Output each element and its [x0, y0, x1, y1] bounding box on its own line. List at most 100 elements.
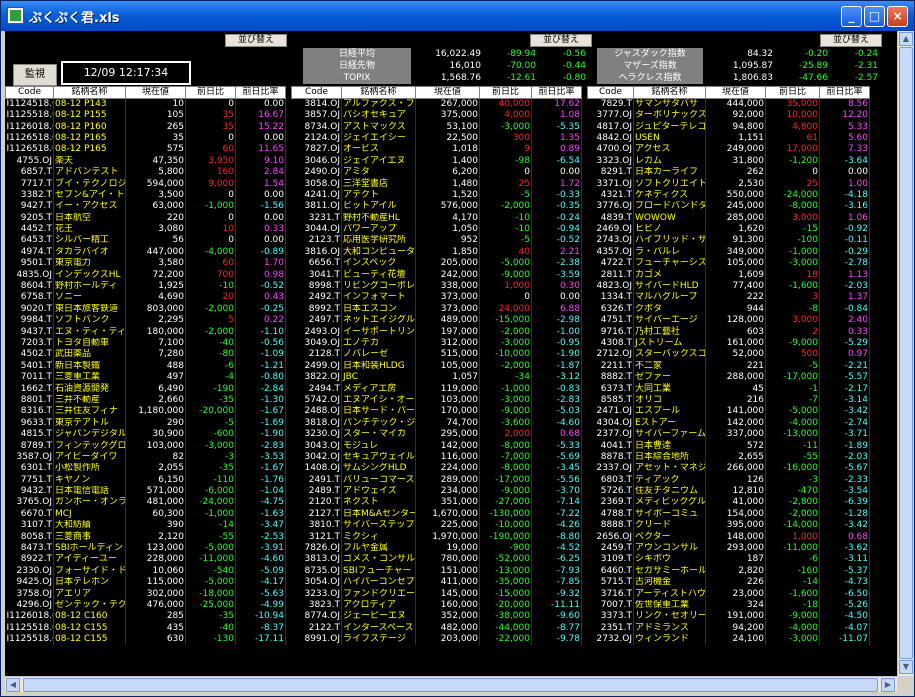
price-change[interactable]: 160	[185, 166, 236, 179]
stock-name[interactable]: ブロードバンドタ	[633, 201, 706, 213]
price-change[interactable]: 700	[185, 269, 236, 281]
change-percent[interactable]: -3.54	[819, 485, 870, 498]
stock-code[interactable]: 2489.T	[291, 485, 342, 498]
table-row[interactable]: 6453.T シルバー精工 56 0 0.00	[5, 235, 286, 247]
price-change[interactable]: -55	[185, 531, 236, 543]
price-change[interactable]: -6	[185, 360, 236, 372]
current-price[interactable]: 72,200	[125, 269, 186, 281]
change-percent[interactable]: -0.80	[235, 371, 286, 384]
price-change[interactable]: -24,000	[185, 497, 236, 509]
price-change[interactable]: -100	[765, 235, 820, 247]
scroll-right-arrow-icon[interactable]: ▶	[881, 678, 895, 692]
stock-name[interactable]: ソニー	[53, 292, 126, 304]
stock-name[interactable]: ヒビノ	[633, 223, 706, 236]
current-price[interactable]: 572	[705, 440, 766, 452]
minimize-button[interactable]: _	[841, 6, 862, 27]
price-change[interactable]: 0	[185, 189, 236, 202]
price-change[interactable]: 2,000	[479, 428, 532, 441]
current-price[interactable]: 1,620	[705, 223, 766, 236]
current-price[interactable]: 803,000	[125, 303, 186, 316]
table-row[interactable]: 7827.OJ オービス 1,018 9 0.89	[291, 144, 582, 156]
change-percent[interactable]: -1.76	[235, 474, 286, 486]
price-change[interactable]: 9	[479, 144, 532, 156]
stock-code[interactable]: 4321.T	[587, 189, 634, 202]
table-row[interactable]: 3233.OJ ファンドクリエー 145,000 -15,000 -9.32	[291, 588, 582, 600]
stock-name[interactable]: エヌアイシ・オー	[341, 394, 416, 407]
change-percent[interactable]: -3.42	[819, 520, 870, 532]
price-change[interactable]: 35,000	[765, 98, 820, 110]
price-change[interactable]: -7,000	[479, 451, 532, 464]
stock-code[interactable]: 9984.T	[5, 315, 54, 327]
current-price[interactable]: 6,490	[125, 383, 186, 395]
stock-name[interactable]: ジェーピーエヌ	[341, 611, 416, 623]
stock-code[interactable]: 2471.OJ	[587, 406, 634, 418]
current-price[interactable]: 594,000	[125, 178, 186, 190]
sort-button-2[interactable]: 並び替え	[530, 34, 592, 47]
stock-name[interactable]: セガサミーホール	[633, 565, 706, 578]
change-percent[interactable]: -3.64	[819, 155, 870, 167]
stock-code[interactable]: I1126018.OJ	[5, 611, 54, 623]
stock-code[interactable]: 6857.T	[5, 166, 54, 179]
current-price[interactable]: 4,690	[125, 292, 186, 304]
current-price[interactable]: 351,000	[415, 497, 480, 509]
table-row[interactable]: 7203.T トヨタ自動車 7,100 -40 -0.56	[5, 337, 286, 350]
change-percent[interactable]: -4.50	[819, 611, 870, 623]
current-price[interactable]: 56	[125, 235, 186, 247]
price-change[interactable]: -11,000	[765, 542, 820, 555]
stock-code[interactable]: I1124518.OJ	[5, 98, 54, 110]
table-row[interactable]: 4502.T 武田薬品 7,280 -80 -1.09	[5, 349, 286, 361]
stock-name[interactable]: セキュアヴェイル	[341, 451, 416, 464]
stock-code[interactable]: 3231.T	[291, 212, 342, 224]
price-change[interactable]: -160	[765, 565, 820, 578]
current-price[interactable]: 944	[705, 303, 766, 316]
current-price[interactable]: 349,000	[705, 246, 766, 259]
current-price[interactable]: 92,000	[705, 110, 766, 122]
change-percent[interactable]: 0.00	[235, 189, 286, 202]
price-change[interactable]: -9,000	[479, 485, 532, 498]
stock-name[interactable]: エヌ・ティ・ティ	[53, 326, 126, 338]
current-price[interactable]: 481,000	[125, 497, 186, 509]
column-header[interactable]: 前日比率	[235, 86, 286, 99]
current-price[interactable]: 63,000	[125, 201, 186, 213]
table-row[interactable]: 3231.T 野村不動産HL 4,170 -10 -0.24	[291, 212, 582, 224]
table-row[interactable]: 3121.T ミクシィ 1,970,000 -190,000 -8.80	[291, 531, 582, 543]
change-percent[interactable]: -5.67	[819, 463, 870, 475]
change-percent[interactable]: -5.37	[819, 565, 870, 578]
stock-code[interactable]: 3121.T	[291, 531, 342, 543]
table-row[interactable]: 2471.OJ エスプール 141,000 -5,000 -3.42	[587, 406, 870, 418]
table-row[interactable]: 9205.T 日本航空 220 0 0.00	[5, 212, 286, 224]
table-row[interactable]: 4722.T フューチャーシス 105,000 -3,000 -2.78	[587, 258, 870, 270]
stock-name[interactable]: 小松製作所	[53, 463, 126, 475]
stock-code[interactable]: 2377.OJ	[587, 428, 634, 441]
change-percent[interactable]: 1.70	[235, 258, 286, 270]
stock-code[interactable]: 2469.OJ	[587, 223, 634, 236]
stock-code[interactable]: 5742.OJ	[291, 394, 342, 407]
stock-code[interactable]: 2712.OJ	[587, 349, 634, 361]
stock-name[interactable]: 日本曹達	[633, 440, 706, 452]
current-price[interactable]: 435	[125, 622, 186, 634]
table-row[interactable]: 4241.OJ アテクト 1,520 -5 -0.33	[291, 189, 582, 202]
current-price[interactable]: 390	[125, 520, 186, 532]
stock-name[interactable]: エノテカ	[341, 337, 416, 350]
stock-name[interactable]: インスペック	[341, 258, 416, 270]
price-change[interactable]: -9,000	[765, 611, 820, 623]
table-row[interactable]: 7829.T サマンサタバサ 444,000 35,000 8.56	[587, 98, 870, 110]
stock-code[interactable]: 3818.OJ	[291, 417, 342, 429]
table-row[interactable]: 9432.T 日本電信電話 571,000 -6,000 -1.04	[5, 485, 286, 498]
current-price[interactable]: 45	[705, 383, 766, 395]
current-price[interactable]: 515,000	[415, 349, 480, 361]
stock-code[interactable]: 4722.T	[587, 258, 634, 270]
table-row[interactable]: 6326.T クボタ 944 -8 -0.84	[587, 303, 870, 316]
change-percent[interactable]: -10.94	[235, 611, 286, 623]
change-percent[interactable]: -0.92	[819, 223, 870, 236]
price-change[interactable]: -2,000	[479, 326, 532, 338]
stock-name[interactable]: 日本エスコン	[341, 303, 416, 316]
change-percent[interactable]: -3.53	[235, 451, 286, 464]
current-price[interactable]: 1,970,000	[415, 531, 480, 543]
change-percent[interactable]: -7.22	[531, 508, 582, 521]
change-percent[interactable]: -4.60	[531, 417, 582, 429]
stock-name[interactable]: 三菱商事	[53, 531, 126, 543]
current-price[interactable]: 1,480	[415, 178, 480, 190]
stock-name[interactable]: MCJ	[53, 508, 126, 521]
price-change[interactable]: -11,000	[185, 554, 236, 566]
